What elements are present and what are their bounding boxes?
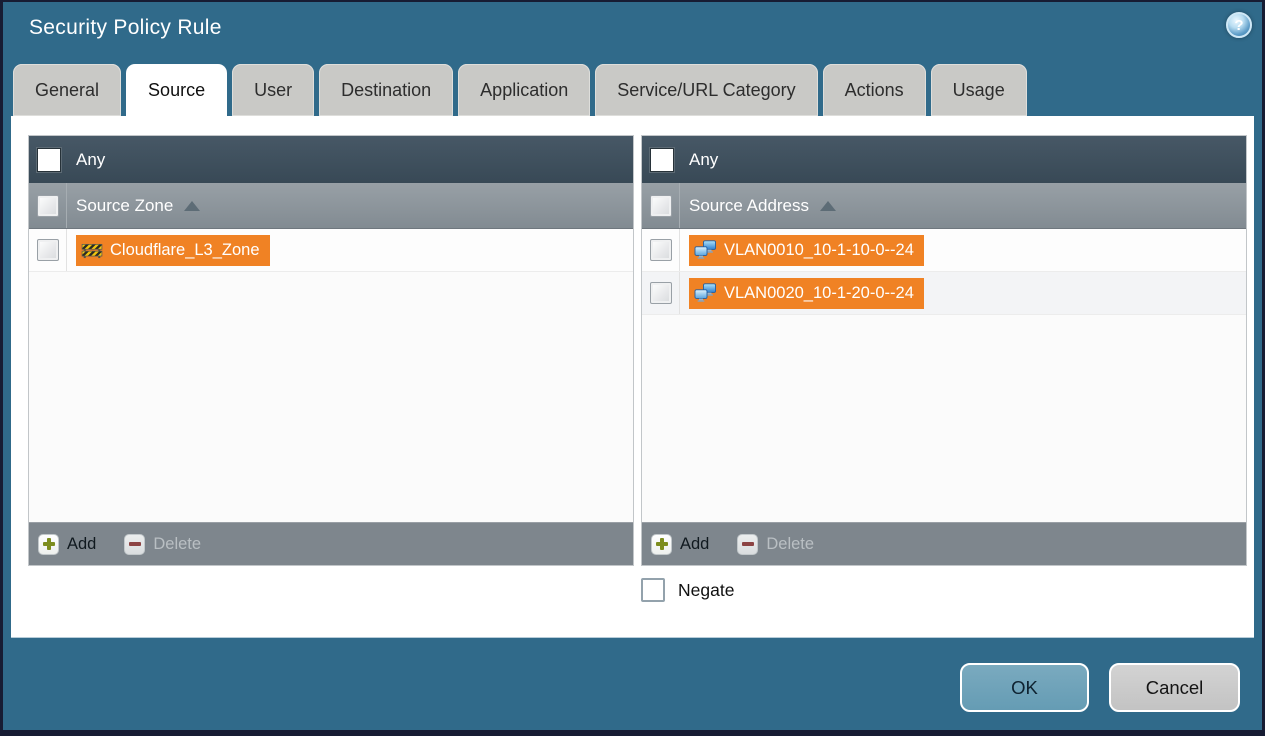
source-address-any-header: Any	[642, 136, 1246, 183]
source-address-panel: Any Source Address VLAN0010_10-1-10-0--2…	[641, 135, 1247, 566]
source-zone-select-all-checkbox[interactable]	[36, 194, 59, 217]
table-row[interactable]: VLAN0020_10-1-20-0--24	[642, 272, 1246, 315]
source-zone-any-header: Any	[29, 136, 633, 183]
tab-service-url-category[interactable]: Service/URL Category	[595, 64, 818, 116]
tab-destination[interactable]: Destination	[319, 64, 454, 116]
plus-icon	[651, 533, 672, 555]
source-zone-select-all-cell	[29, 183, 67, 228]
address-label: VLAN0020_10-1-20-0--24	[724, 283, 914, 302]
help-icon[interactable]: ?	[1226, 12, 1252, 38]
source-zone-any-checkbox[interactable]	[37, 147, 61, 172]
delete-button[interactable]: Delete	[737, 533, 815, 555]
minus-icon	[124, 533, 146, 555]
row-checkbox-cell	[642, 229, 680, 271]
row-checkbox[interactable]	[649, 282, 672, 304]
add-label: Add	[680, 534, 710, 553]
tab-application[interactable]: Application	[458, 64, 591, 116]
table-row[interactable]: Cloudflare_L3_Zone	[29, 229, 633, 272]
tab-source[interactable]: Source	[126, 64, 228, 116]
tab-usage[interactable]: Usage	[930, 64, 1027, 116]
zone-icon	[81, 242, 103, 259]
minus-icon	[737, 533, 759, 555]
page-title: Security Policy Rule	[29, 16, 222, 39]
address-icon	[694, 240, 717, 260]
row-checkbox[interactable]	[36, 239, 59, 261]
source-address-select-all-cell	[642, 183, 680, 228]
source-address-select-all-checkbox[interactable]	[649, 194, 672, 217]
source-address-chip[interactable]: VLAN0020_10-1-20-0--24	[689, 277, 924, 309]
source-address-column-header[interactable]: Source Address	[642, 183, 1246, 229]
source-zone-column-header[interactable]: Source Zone	[29, 183, 633, 229]
address-label: VLAN0010_10-1-10-0--24	[724, 240, 914, 259]
delete-label: Delete	[153, 534, 202, 553]
tab-actions[interactable]: Actions	[822, 64, 926, 116]
negate-row: Negate	[641, 578, 734, 602]
source-zone-chip[interactable]: Cloudflare_L3_Zone	[76, 234, 270, 266]
negate-checkbox[interactable]	[641, 578, 665, 602]
source-tab-content: Any Source Zone Cloudflare_L3_Zone Add D…	[11, 116, 1254, 638]
row-checkbox-cell	[29, 229, 67, 271]
add-button[interactable]: Add	[651, 533, 710, 555]
add-label: Add	[67, 534, 97, 553]
source-zone-toolbar: Add Delete	[29, 522, 633, 565]
source-address-chip[interactable]: VLAN0010_10-1-10-0--24	[689, 234, 924, 266]
source-address-toolbar: Add Delete	[642, 522, 1246, 565]
security-policy-rule-dialog: { "dialog": { "title": "Security Policy …	[0, 0, 1265, 736]
dialog-footer: OK Cancel	[960, 663, 1240, 712]
delete-button[interactable]: Delete	[124, 533, 202, 555]
row-checkbox-cell	[642, 272, 680, 314]
source-zone-column-label: Source Zone	[76, 195, 174, 215]
add-button[interactable]: Add	[38, 533, 97, 555]
negate-label: Negate	[678, 579, 735, 600]
table-row[interactable]: VLAN0010_10-1-10-0--24	[642, 229, 1246, 272]
source-address-any-checkbox[interactable]	[650, 147, 674, 172]
tab-user[interactable]: User	[232, 64, 315, 116]
row-checkbox[interactable]	[649, 239, 672, 261]
tab-general[interactable]: General	[13, 64, 122, 116]
sort-ascending-icon	[184, 200, 201, 211]
source-address-any-label: Any	[689, 149, 719, 169]
tab-bar: General Source User Destination Applicat…	[13, 64, 1027, 116]
delete-label: Delete	[766, 534, 815, 553]
sort-ascending-icon	[820, 200, 837, 211]
source-address-list: VLAN0010_10-1-10-0--24 VLAN0020_10-1-20-…	[642, 229, 1246, 522]
plus-icon	[38, 533, 59, 555]
source-zone-any-label: Any	[76, 149, 106, 169]
zone-label: Cloudflare_L3_Zone	[110, 240, 260, 259]
ok-button[interactable]: OK	[960, 663, 1089, 712]
address-icon	[694, 283, 717, 303]
source-address-column-label: Source Address	[689, 195, 810, 215]
source-zone-list: Cloudflare_L3_Zone	[29, 229, 633, 522]
cancel-button[interactable]: Cancel	[1109, 663, 1240, 712]
source-zone-panel: Any Source Zone Cloudflare_L3_Zone Add D…	[28, 135, 634, 566]
